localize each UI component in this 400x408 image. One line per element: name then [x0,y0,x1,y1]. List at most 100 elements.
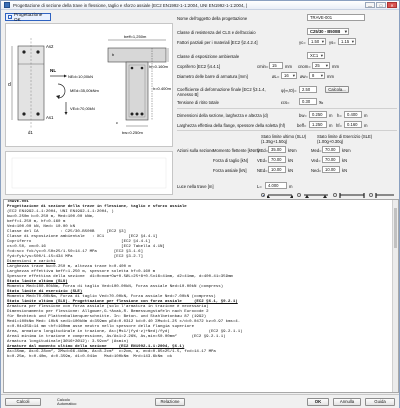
materials-select[interactable]: C25/30 - B500B [307,28,349,35]
span-unit: m [289,184,293,189]
cancel-label: Annulla [339,399,355,404]
report-line: b=0.25m, h=0.40m, d=0.359m, d1=0.041m Ms… [7,354,173,359]
shrinkage-symbol: εcs= [281,100,290,105]
check-icon: ✓ [8,15,13,20]
shrinkage-label: Tensione di ritiro totale [177,100,219,105]
creep-calc-button[interactable]: Calcola... [325,86,349,93]
label-as1: As1 [46,115,54,120]
beam-cantilever-icon [375,193,394,198]
minimize-button[interactable]: — [365,2,375,8]
report-scrollbar[interactable] [392,200,398,392]
med-sls-unit: kNm [342,148,351,153]
cancel-button[interactable]: Annulla [333,398,361,406]
verification-status[interactable]: ✓ Progettazione OK [5,12,51,22]
section-rebar-2 [140,66,144,70]
beam-type-simply-supported[interactable] [261,193,265,197]
h-symbol: h= [337,113,342,118]
app-icon [4,2,10,8]
long-bar-select[interactable]: 16 [281,72,297,79]
section-preview-strip [5,151,173,195]
rebar-bottom-right [36,112,40,116]
object-name-label: Nome dell'oggetto della progettazione [177,16,248,21]
report-label: Relazione [160,399,180,404]
materials-label: Classe di resistenza del CLS e dell'acci… [177,30,256,35]
report-button[interactable]: Relazione [155,398,185,406]
rebar-top-left [22,50,26,54]
stirrup-symbol: øw= [300,74,309,79]
shrinkage-input[interactable]: 0.30 [299,98,317,105]
exposure-select[interactable]: XC1 [307,52,325,59]
cnom-symbol: cnom= [298,64,311,69]
creep-label: Coefficiente di deformazione finale [EC2… [177,87,266,97]
med-sls-symbol: Med= [311,148,322,153]
ned-sls-input[interactable]: 10.00 [322,166,340,173]
label-ned: NEd=10,00kN [68,74,93,79]
cmin-input[interactable]: 15 [269,62,283,69]
beam-fixed-icon [339,193,365,198]
bar-diameter-label: Diametro delle barre di armatura [mm] [177,74,248,79]
label-h: h=0.400m [153,86,172,91]
window-title: Progettazione di sezione della trave in … [13,2,248,8]
t-web [125,61,149,121]
cnom-unit: mm [332,64,339,69]
beff-unit: m [329,123,333,128]
rebar-top-right [36,50,40,54]
partial-factors-label: Fattori parziali per i materiali [EC2 §2… [177,40,258,45]
section-svg: d As2 As1 d1 NL NEd=10,00kN MEd=35,00kNm… [8,34,172,135]
beff-input[interactable]: 1.250 [309,121,327,128]
maximize-button[interactable]: □ [376,2,386,8]
calculate-button[interactable]: Calcoli [5,398,41,406]
strip-svg [11,157,167,189]
med-sls-input[interactable]: 70.00 [322,146,340,153]
section-rebar-1 [130,66,134,70]
ved-sls-input[interactable]: 70.00 [322,156,340,163]
creep-input[interactable]: 2.50 [299,86,317,93]
label-med: MEd=35,00kNm [70,88,99,93]
separator-1 [177,108,397,109]
calculate-label: Calcoli [16,399,30,404]
gamma-c-symbol: γc= [299,40,306,45]
moment-arrowhead [56,95,60,99]
hf-symbol: hf= [336,123,342,128]
creep-symbol: φ(∞,t0)= [281,88,297,93]
label-ved: VEd=70,00kN [70,106,95,111]
span-input[interactable]: 4.000 [265,182,287,189]
ved-uls-symbol: VEd= [257,158,268,163]
beam-type-continuous[interactable] [297,193,301,197]
beam-type-options [261,192,395,199]
cnom-select[interactable]: 25 [312,62,330,69]
section-drawing: d As2 As1 d1 NL NEd=10,00kN MEd=35,00kNm… [5,23,173,147]
gamma-c-select[interactable]: 1.50 [308,38,326,45]
h-input[interactable]: 0.400 [344,111,362,118]
span-label: Luce nella trave [m] [177,184,214,189]
bw-input[interactable]: 0.250 [309,111,327,118]
close-button[interactable]: ✕ [387,2,397,8]
calculation-report[interactable]: TRAVE-001 Progettazione di sezione della … [3,199,399,393]
label-bw: bw=0.250m [122,130,143,135]
stirrup-select[interactable]: 8 [309,72,325,79]
med-uls-symbol: MEd= [257,148,269,153]
help-label: Guida [374,399,386,404]
help-button[interactable]: Guida [365,398,395,406]
shrinkage-unit: ‰ [319,100,324,105]
beam-type-cantilever[interactable] [369,193,373,197]
med-uls-input[interactable]: 35.00 [268,146,286,153]
title-bar: Progettazione di sezione della trave in … [1,1,399,10]
hf-input[interactable]: 0.160 [344,121,362,128]
bw-symbol: bw= [299,113,307,118]
ned-uls-input[interactable]: 10.00 [268,166,286,173]
ved-uls-input[interactable]: 70.00 [268,156,286,163]
beam-type-fixed[interactable] [333,193,337,197]
gamma-s-select[interactable]: 1.15 [338,38,356,45]
stirrup-unit: mm [327,74,334,79]
verification-label: Progettazione OK [14,12,43,22]
label-nl: NL [50,68,56,73]
scrollbar-thumb[interactable] [394,208,397,248]
h-unit: m [364,113,368,118]
uls-combination: (1.35g+1.50q) [261,139,288,144]
object-name-input[interactable]: TRAVE-001 [307,14,365,21]
moment-label: Momento flettente [kNm] [213,148,259,153]
section-dims-label: Dimensioni della sezione, larghezza e al… [177,113,269,118]
ok-button[interactable]: OK [307,398,329,406]
section-rebar-4 [135,112,139,116]
